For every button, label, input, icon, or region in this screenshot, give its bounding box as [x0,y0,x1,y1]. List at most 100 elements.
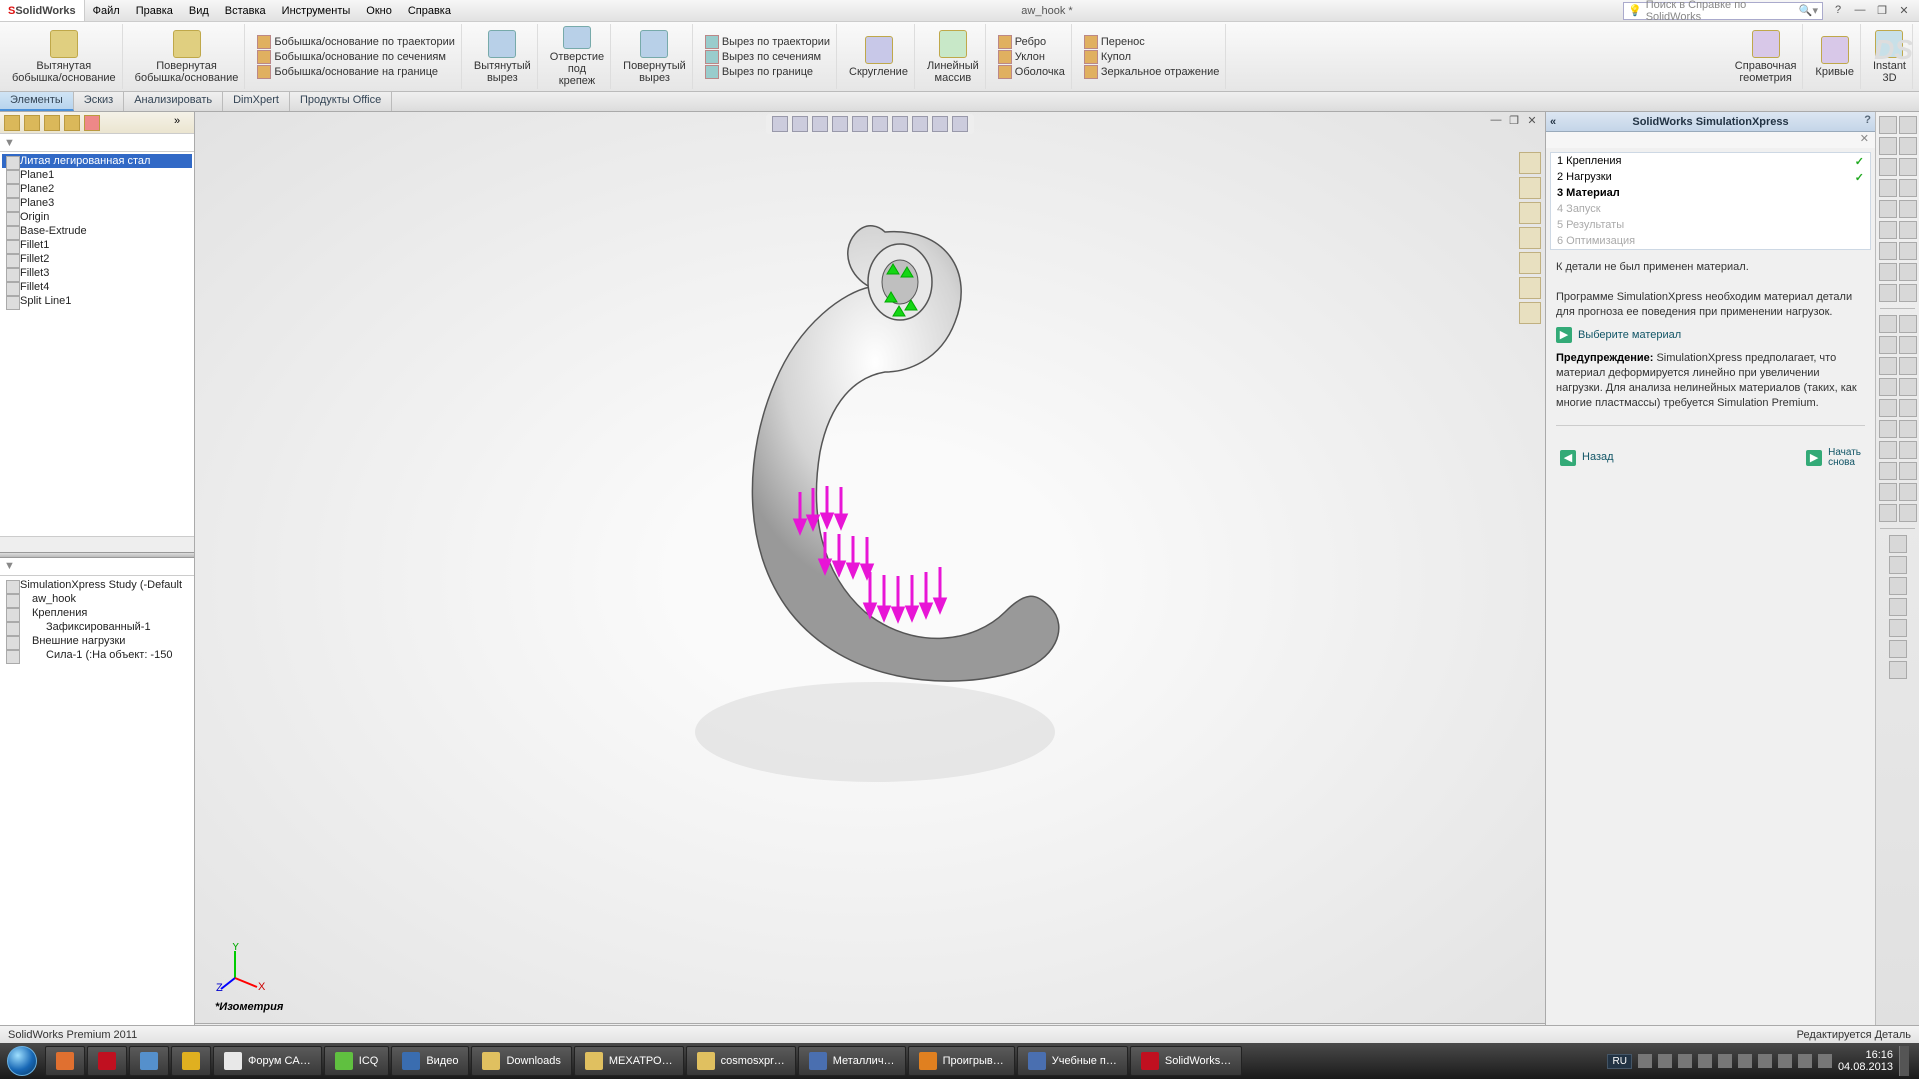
menu-file[interactable]: Файл [85,0,128,21]
simtree-fixtures[interactable]: Крепления [2,606,192,620]
taskbar-app-button[interactable]: cosmosxpr… [686,1046,796,1076]
apply-scene-icon[interactable] [932,116,948,132]
fm-tab-feature-tree[interactable] [4,115,20,131]
cmd-hole-wizard[interactable]: Отверстие под крепеж [544,24,611,89]
cmd-fillet[interactable]: Скругление [843,24,915,89]
rt-icon[interactable] [1879,336,1897,354]
tab-office[interactable]: Продукты Office [290,92,392,111]
choose-material-link[interactable]: ▶ Выберите материал [1556,327,1865,343]
tree-fillet4[interactable]: Fillet4 [2,280,192,294]
taskbar-app-button[interactable]: Форум CA… [213,1046,322,1076]
tree-fillet2[interactable]: Fillet2 [2,252,192,266]
cmd-rib[interactable]: Ребро [998,35,1065,49]
clock[interactable]: 16:1604.08.2013 [1838,1049,1893,1073]
tree-material[interactable]: Литая легированная стал [2,154,192,168]
help-search-input[interactable]: 💡 Поиск в Справке по SolidWorks 🔍▾ [1623,2,1823,20]
taskpane-properties-icon[interactable] [1519,277,1541,299]
taskbar-app-button[interactable]: Downloads [471,1046,571,1076]
taskbar-app-button[interactable]: МЕХАТРО… [574,1046,684,1076]
taskbar-app-button[interactable]: Проигрыв… [908,1046,1015,1076]
rt-icon[interactable] [1879,315,1897,333]
sim-collapse-icon[interactable]: « [1550,116,1556,128]
rt-icon[interactable] [1899,263,1917,281]
tray-icon[interactable] [1638,1054,1652,1068]
tab-evaluate[interactable]: Анализировать [124,92,223,111]
rt-icon[interactable] [1889,535,1907,553]
tree-hscroll[interactable] [0,536,194,552]
tray-icon[interactable] [1738,1054,1752,1068]
section-view-icon[interactable] [832,116,848,132]
help-button[interactable]: ? [1829,4,1847,17]
cmd-swept-boss[interactable]: Бобышка/основание по траектории [257,35,455,49]
rt-icon[interactable] [1879,179,1897,197]
rt-icon[interactable] [1879,483,1897,501]
rt-icon[interactable] [1879,441,1897,459]
rt-icon[interactable] [1899,200,1917,218]
tray-icon[interactable] [1678,1054,1692,1068]
sim-help-icon[interactable]: ? [1864,114,1871,126]
tray-icon[interactable] [1778,1054,1792,1068]
rt-icon[interactable] [1899,315,1917,333]
back-button[interactable]: ◀ Назад [1560,450,1614,466]
taskbar-app-button[interactable] [87,1046,127,1076]
cmd-draft[interactable]: Уклон [998,50,1065,64]
sim-close-button[interactable]: ✕ [1546,132,1875,148]
taskbar-app-button[interactable]: Видео [391,1046,469,1076]
display-style-icon[interactable] [872,116,888,132]
edit-appearance-icon[interactable] [912,116,928,132]
cmd-boundary-cut[interactable]: Вырез по границе [705,65,830,79]
menu-help[interactable]: Справка [400,0,459,21]
prev-view-icon[interactable] [812,116,828,132]
rt-icon[interactable] [1889,556,1907,574]
doc-close-button[interactable]: ✕ [1525,114,1539,128]
cmd-curves[interactable]: Кривые [1809,24,1861,89]
rt-icon[interactable] [1879,399,1897,417]
cmd-swept-cut[interactable]: Вырез по траектории [705,35,830,49]
tab-features[interactable]: Элементы [0,92,74,111]
rt-icon[interactable] [1899,441,1917,459]
rt-icon[interactable] [1899,420,1917,438]
taskpane-palette-icon[interactable] [1519,227,1541,249]
cmd-revolved-boss[interactable]: Повернутая бобышка/основание [129,24,246,89]
rt-icon[interactable] [1879,378,1897,396]
menu-edit[interactable]: Правка [128,0,181,21]
feature-filter-input[interactable]: ▼ [0,134,194,152]
close-button[interactable]: ✕ [1895,4,1913,17]
fm-expand-icon[interactable]: » [174,115,190,131]
tree-plane1[interactable]: Plane1 [2,168,192,182]
fm-tab-configuration[interactable] [44,115,60,131]
rt-icon[interactable] [1899,483,1917,501]
step-fixtures[interactable]: 1 Крепления [1551,153,1870,169]
cmd-linear-pattern[interactable]: Линейный массив [921,24,986,89]
rt-icon[interactable] [1879,357,1897,375]
tray-icon[interactable] [1698,1054,1712,1068]
step-loads[interactable]: 2 Нагрузки [1551,169,1870,185]
menu-window[interactable]: Окно [358,0,400,21]
rt-icon[interactable] [1879,263,1897,281]
cmd-reference-geometry[interactable]: Справочная геометрия [1729,24,1804,89]
cmd-boundary-boss[interactable]: Бобышка/основание на границе [257,65,455,79]
rt-icon[interactable] [1879,116,1897,134]
taskbar-app-button[interactable] [129,1046,169,1076]
taskpane-appearances-icon[interactable] [1519,252,1541,274]
rt-icon[interactable] [1879,137,1897,155]
doc-restore-button[interactable]: ❐ [1507,114,1521,128]
tree-base-extrude[interactable]: Base-Extrude [2,224,192,238]
cmd-mirror[interactable]: Зеркальное отражение [1084,65,1220,79]
rt-icon[interactable] [1899,242,1917,260]
rt-icon[interactable] [1879,242,1897,260]
taskbar-app-button[interactable]: Учебные п… [1017,1046,1128,1076]
cmd-lofted-boss[interactable]: Бобышка/основание по сечениям [257,50,455,64]
rt-icon[interactable] [1889,640,1907,658]
language-indicator[interactable]: RU [1607,1054,1631,1069]
taskbar-app-button[interactable] [45,1046,85,1076]
cmd-lofted-cut[interactable]: Вырез по сечениям [705,50,830,64]
menu-tools[interactable]: Инструменты [274,0,359,21]
taskpane-resources-icon[interactable] [1519,152,1541,174]
fm-tab-display[interactable] [84,115,100,131]
start-button[interactable] [0,1043,44,1079]
zoom-fit-icon[interactable] [772,116,788,132]
rt-icon[interactable] [1879,420,1897,438]
simtree-loads[interactable]: Внешние нагрузки [2,634,192,648]
tree-plane2[interactable]: Plane2 [2,182,192,196]
